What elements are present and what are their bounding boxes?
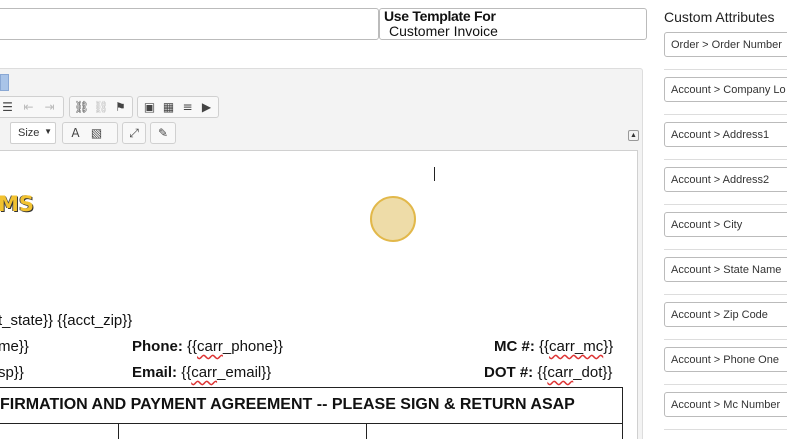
- document-name-input[interactable]: [0, 8, 379, 40]
- horizontal-line-icon[interactable]: ≡: [179, 98, 196, 116]
- font-size-label: Size: [18, 127, 40, 139]
- attribute-item[interactable]: Account > Mc Number: [664, 392, 787, 417]
- email-line: Email: {{carr_email}}: [132, 364, 271, 381]
- attribute-item[interactable]: Account > Address2: [664, 167, 787, 192]
- toolbar-active-chip[interactable]: [0, 74, 9, 91]
- email-suffix: _email}}: [217, 364, 272, 381]
- custom-attributes-title: Custom Attributes: [664, 9, 775, 25]
- text-color-icon[interactable]: A: [66, 124, 85, 142]
- email-prefix: {{: [181, 364, 192, 381]
- toolbar-color-group: A ▧: [62, 122, 118, 144]
- toolbar-link-group: ⛓ ⛓ ⚑: [69, 96, 133, 118]
- attribute-item[interactable]: Account > Address1: [664, 122, 787, 147]
- agreement-column-divider: [118, 423, 119, 439]
- phone-suffix: _phone}}: [222, 338, 283, 355]
- mc-line: MC #: {{carr_mc}}: [494, 338, 613, 355]
- anchor-flag-icon[interactable]: ⚑: [112, 98, 129, 116]
- attribute-item[interactable]: Account > City: [664, 212, 787, 237]
- template-select[interactable]: Use Template For Customer Invoice: [379, 8, 647, 40]
- source-edit-icon[interactable]: ✎: [154, 124, 172, 142]
- mc-suffix: }}: [603, 338, 614, 355]
- agreement-title: FIRMATION AND PAYMENT AGREEMENT -- PLEAS…: [0, 396, 575, 413]
- unlink-icon[interactable]: ⛓: [92, 98, 109, 116]
- mc-prefix: {{: [539, 338, 550, 355]
- template-value: Customer Invoice: [389, 23, 498, 39]
- email-label: Email:: [132, 364, 178, 381]
- decrease-indent-icon[interactable]: ⇤: [19, 98, 38, 116]
- dot-prefix: {{: [537, 364, 548, 381]
- attribute-separator: [664, 204, 787, 205]
- attribute-separator: [664, 384, 787, 385]
- phone-var: carr: [197, 338, 223, 355]
- dot-line: DOT #: {{carr_dot}}: [484, 364, 612, 381]
- attribute-separator: [664, 69, 787, 70]
- company-logo: MS: [0, 192, 35, 216]
- toolbar-source-group: ✎: [150, 122, 176, 144]
- maximize-icon[interactable]: ⤢: [126, 124, 142, 142]
- template-label: Use Template For: [384, 8, 496, 24]
- row1-left-text: me}}: [0, 338, 29, 355]
- email-var: carr: [191, 364, 218, 381]
- attribute-separator: [664, 339, 787, 340]
- attribute-separator: [664, 114, 787, 115]
- agreement-column-divider: [366, 423, 367, 439]
- attribute-separator: [664, 429, 787, 430]
- toolbar-maximize-group: ⤢: [122, 122, 146, 144]
- mouse-cursor-indicator: [370, 196, 416, 242]
- row2-left-text: sp}}: [0, 364, 24, 381]
- attribute-separator: [664, 249, 787, 250]
- phone-prefix: {{: [187, 338, 198, 355]
- agreement-row-divider: [0, 423, 623, 424]
- attribute-item[interactable]: Account > Phone One: [664, 347, 787, 372]
- background-color-icon[interactable]: ▧: [87, 124, 106, 142]
- mc-var: carr_mc: [549, 338, 604, 355]
- attribute-separator: [664, 294, 787, 295]
- mc-label: MC #:: [494, 338, 535, 355]
- attribute-item[interactable]: Account > Company Lo: [664, 77, 787, 102]
- bulleted-list-icon[interactable]: ☰: [0, 98, 17, 116]
- image-icon[interactable]: ▣: [141, 98, 158, 116]
- attribute-item[interactable]: Account > Zip Code: [664, 302, 787, 327]
- chevron-down-icon: ▼: [44, 127, 52, 136]
- text-caret: [434, 167, 435, 181]
- collapse-toolbar-icon[interactable]: ▲: [628, 130, 639, 141]
- dot-label: DOT #:: [484, 364, 534, 381]
- phone-line: Phone: {{carr_phone}}: [132, 338, 283, 355]
- link-icon[interactable]: ⛓: [73, 98, 90, 116]
- dot-var: carr: [547, 364, 574, 381]
- table-icon[interactable]: ▦: [160, 98, 177, 116]
- attribute-item[interactable]: Account > State Name: [664, 257, 787, 282]
- youtube-icon[interactable]: ▶: [198, 98, 215, 116]
- attribute-separator: [664, 159, 787, 160]
- attribute-item[interactable]: Order > Order Number: [664, 32, 787, 57]
- address-line: t_state}} {{acct_zip}}: [0, 312, 133, 329]
- phone-label: Phone:: [132, 338, 183, 355]
- dot-suffix: _dot}}: [573, 364, 613, 381]
- toolbar-list-group: ☰ ⇤ ⇥: [0, 96, 64, 118]
- toolbar-insert-group: ▣ ▦ ≡ ▶: [137, 96, 219, 118]
- increase-indent-icon[interactable]: ⇥: [40, 98, 59, 116]
- font-size-select[interactable]: Size ▼: [10, 122, 56, 144]
